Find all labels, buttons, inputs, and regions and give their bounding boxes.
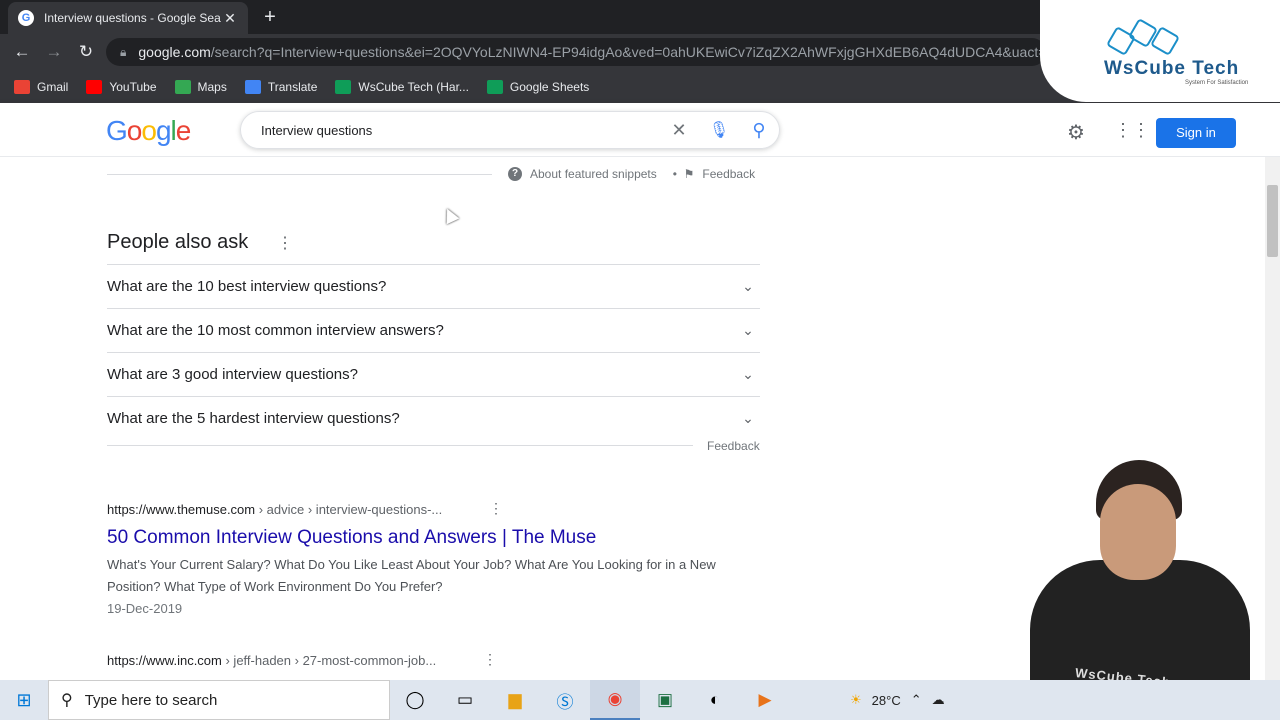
tab-title: Interview questions - Google Sea xyxy=(44,11,221,25)
chrome-icon[interactable]: ◉ xyxy=(590,680,640,720)
search-input[interactable]: Interview questions xyxy=(261,123,659,138)
people-also-ask-heading: People also ask xyxy=(107,231,249,253)
windows-start-icon[interactable]: ⊞ xyxy=(0,680,48,720)
taskbar-search[interactable]: ⚲ Type here to search xyxy=(48,680,390,720)
bookmark-gmail[interactable]: Gmail xyxy=(14,79,69,94)
help-circle-icon: ? xyxy=(508,167,522,181)
paa-feedback-link[interactable]: Feedback xyxy=(707,439,760,453)
task-view-icon[interactable]: ▭ xyxy=(440,680,490,720)
chevron-down-icon: ⌄ xyxy=(742,278,754,294)
feedback-flag-icon: • ⚑ xyxy=(672,167,695,181)
address-bar[interactable]: 🔒︎ google.com /search?q=Interview+questi… xyxy=(106,38,1046,66)
bookmark-label: Google Sheets xyxy=(509,79,590,94)
excel-icon[interactable]: ▣ xyxy=(640,680,690,720)
snippet-info-bar: ? About featured snippets • ⚑ Feedback xyxy=(508,167,755,181)
lock-icon: 🔒︎ xyxy=(120,44,127,59)
forward-arrow-icon[interactable]: → xyxy=(42,40,66,64)
question-text: What are 3 good interview questions? xyxy=(107,366,358,383)
cortana-icon[interactable]: ◯ xyxy=(390,680,440,720)
settings-gear-icon[interactable]: ⚙ xyxy=(1067,120,1085,145)
more-options-icon[interactable]: ⋮ xyxy=(277,233,293,253)
cloud-icon[interactable]: ☁ xyxy=(932,692,945,708)
brand-name: WsCube Tech xyxy=(1104,58,1240,79)
scrollbar-thumb[interactable] xyxy=(1267,185,1278,257)
bookmark-wscube[interactable]: WsCube Tech (Har... xyxy=(335,79,469,94)
microphone-icon[interactable]: 🎙︎ xyxy=(699,120,739,140)
obs-icon[interactable]: ◐ xyxy=(690,680,740,720)
bookmark-label: WsCube Tech (Har... xyxy=(358,79,469,94)
divider xyxy=(107,174,492,175)
new-tab-button[interactable]: + xyxy=(258,6,282,28)
reload-icon[interactable]: ↻ xyxy=(74,40,98,64)
chevron-down-icon: ⌄ xyxy=(742,322,754,338)
close-tab-icon[interactable]: ✕ xyxy=(222,10,238,27)
result-domain: https://www.inc.com xyxy=(107,653,222,668)
url-domain: google.com xyxy=(138,44,211,60)
bookmark-maps[interactable]: Maps xyxy=(174,79,227,94)
bookmark-translate[interactable]: Translate xyxy=(244,79,318,94)
result-path: › jeff-haden › 27-most-common-job... xyxy=(221,653,437,668)
mouse-cursor-icon xyxy=(440,205,460,225)
browser-tab[interactable]: G Interview questions - Google Sea ✕ xyxy=(8,2,248,34)
result-menu-icon[interactable]: ⋮ xyxy=(489,500,503,517)
result-title-link[interactable]: 50 Common Interview Questions and Answer… xyxy=(107,527,596,549)
bookmark-youtube[interactable]: YouTube xyxy=(86,79,157,94)
back-arrow-icon[interactable]: ← xyxy=(10,40,34,64)
about-snippets-link[interactable]: About featured snippets xyxy=(530,167,657,181)
question-text: What are the 5 hardest interview questio… xyxy=(107,410,400,427)
bookmark-label: YouTube xyxy=(109,79,157,94)
url-path: /search?q=Interview+questions&ei=2OQVYoL… xyxy=(210,44,1046,60)
paa-question[interactable]: What are 3 good interview questions? ⌄ xyxy=(107,352,760,396)
result-snippet: What's Your Current Salary? What Do You … xyxy=(107,557,716,594)
weather-icon[interactable]: ☀ xyxy=(850,692,862,708)
brand-tagline: System For Satisfaction xyxy=(1185,80,1249,86)
temperature[interactable]: 28°C xyxy=(872,693,901,708)
skype-icon[interactable]: Ⓢ xyxy=(540,680,590,720)
search-box[interactable]: Interview questions ✕ 🎙︎ ⚲ xyxy=(240,111,780,149)
maps-icon xyxy=(174,79,191,94)
page-scrollbar[interactable] xyxy=(1265,157,1280,680)
bookmark-label: Maps xyxy=(197,79,227,94)
divider xyxy=(107,445,693,446)
chevron-down-icon: ⌄ xyxy=(742,410,754,426)
result-path: › advice › interview-questions-... xyxy=(255,502,443,517)
result-menu-icon[interactable]: ⋮ xyxy=(483,651,497,668)
result-url[interactable]: https://www.themuse.com › advice › inter… xyxy=(107,502,442,517)
paa-question[interactable]: What are the 10 best interview questions… xyxy=(107,264,760,308)
question-text: What are the 10 most common interview an… xyxy=(107,322,444,339)
clear-icon[interactable]: ✕ xyxy=(659,120,699,141)
google-header: Google Interview questions ✕ 🎙︎ ⚲ ⚙ ⋮⋮⋮ … xyxy=(0,103,1280,157)
question-text: What are the 10 best interview questions… xyxy=(107,278,387,295)
presenter-face xyxy=(1100,484,1176,580)
media-player-icon[interactable]: ▶ xyxy=(740,680,790,720)
sheets-icon xyxy=(486,79,503,94)
google-favicon-icon: G xyxy=(18,10,34,26)
gmail-icon xyxy=(14,79,30,94)
sheets-icon xyxy=(335,79,352,94)
translate-icon xyxy=(244,79,261,94)
system-tray: ☀ 28°C ⌃ ☁ xyxy=(850,680,955,720)
file-explorer-icon[interactable]: ▆ xyxy=(490,680,540,720)
wscube-watermark: WsCube Tech System For Satisfaction xyxy=(1040,0,1280,102)
windows-taskbar: ⊞ ⚲ Type here to search ◯ ▭ ▆ Ⓢ ◉ ▣ ◐ ▶ … xyxy=(0,680,1280,720)
search-icon[interactable]: ⚲ xyxy=(739,120,779,141)
youtube-icon xyxy=(86,79,103,94)
paa-question[interactable]: What are the 10 most common interview an… xyxy=(107,308,760,352)
bookmark-label: Gmail xyxy=(37,79,69,94)
chevron-up-icon[interactable]: ⌃ xyxy=(911,692,922,708)
bookmark-label: Translate xyxy=(267,79,318,94)
sign-in-button[interactable]: Sign in xyxy=(1156,118,1236,148)
result-date: 19-Dec-2019 xyxy=(107,601,183,616)
result-url[interactable]: https://www.inc.com › jeff-haden › 27-mo… xyxy=(107,653,436,668)
feedback-link[interactable]: Feedback xyxy=(702,167,755,181)
taskbar-search-placeholder: Type here to search xyxy=(84,691,218,709)
paa-question[interactable]: What are the 5 hardest interview questio… xyxy=(107,396,760,440)
google-logo[interactable]: Google xyxy=(106,115,191,147)
bookmark-google-sheets[interactable]: Google Sheets xyxy=(486,79,590,94)
search-icon: ⚲ xyxy=(61,692,73,709)
chevron-down-icon: ⌄ xyxy=(742,366,754,382)
result-domain: https://www.themuse.com xyxy=(107,502,256,517)
